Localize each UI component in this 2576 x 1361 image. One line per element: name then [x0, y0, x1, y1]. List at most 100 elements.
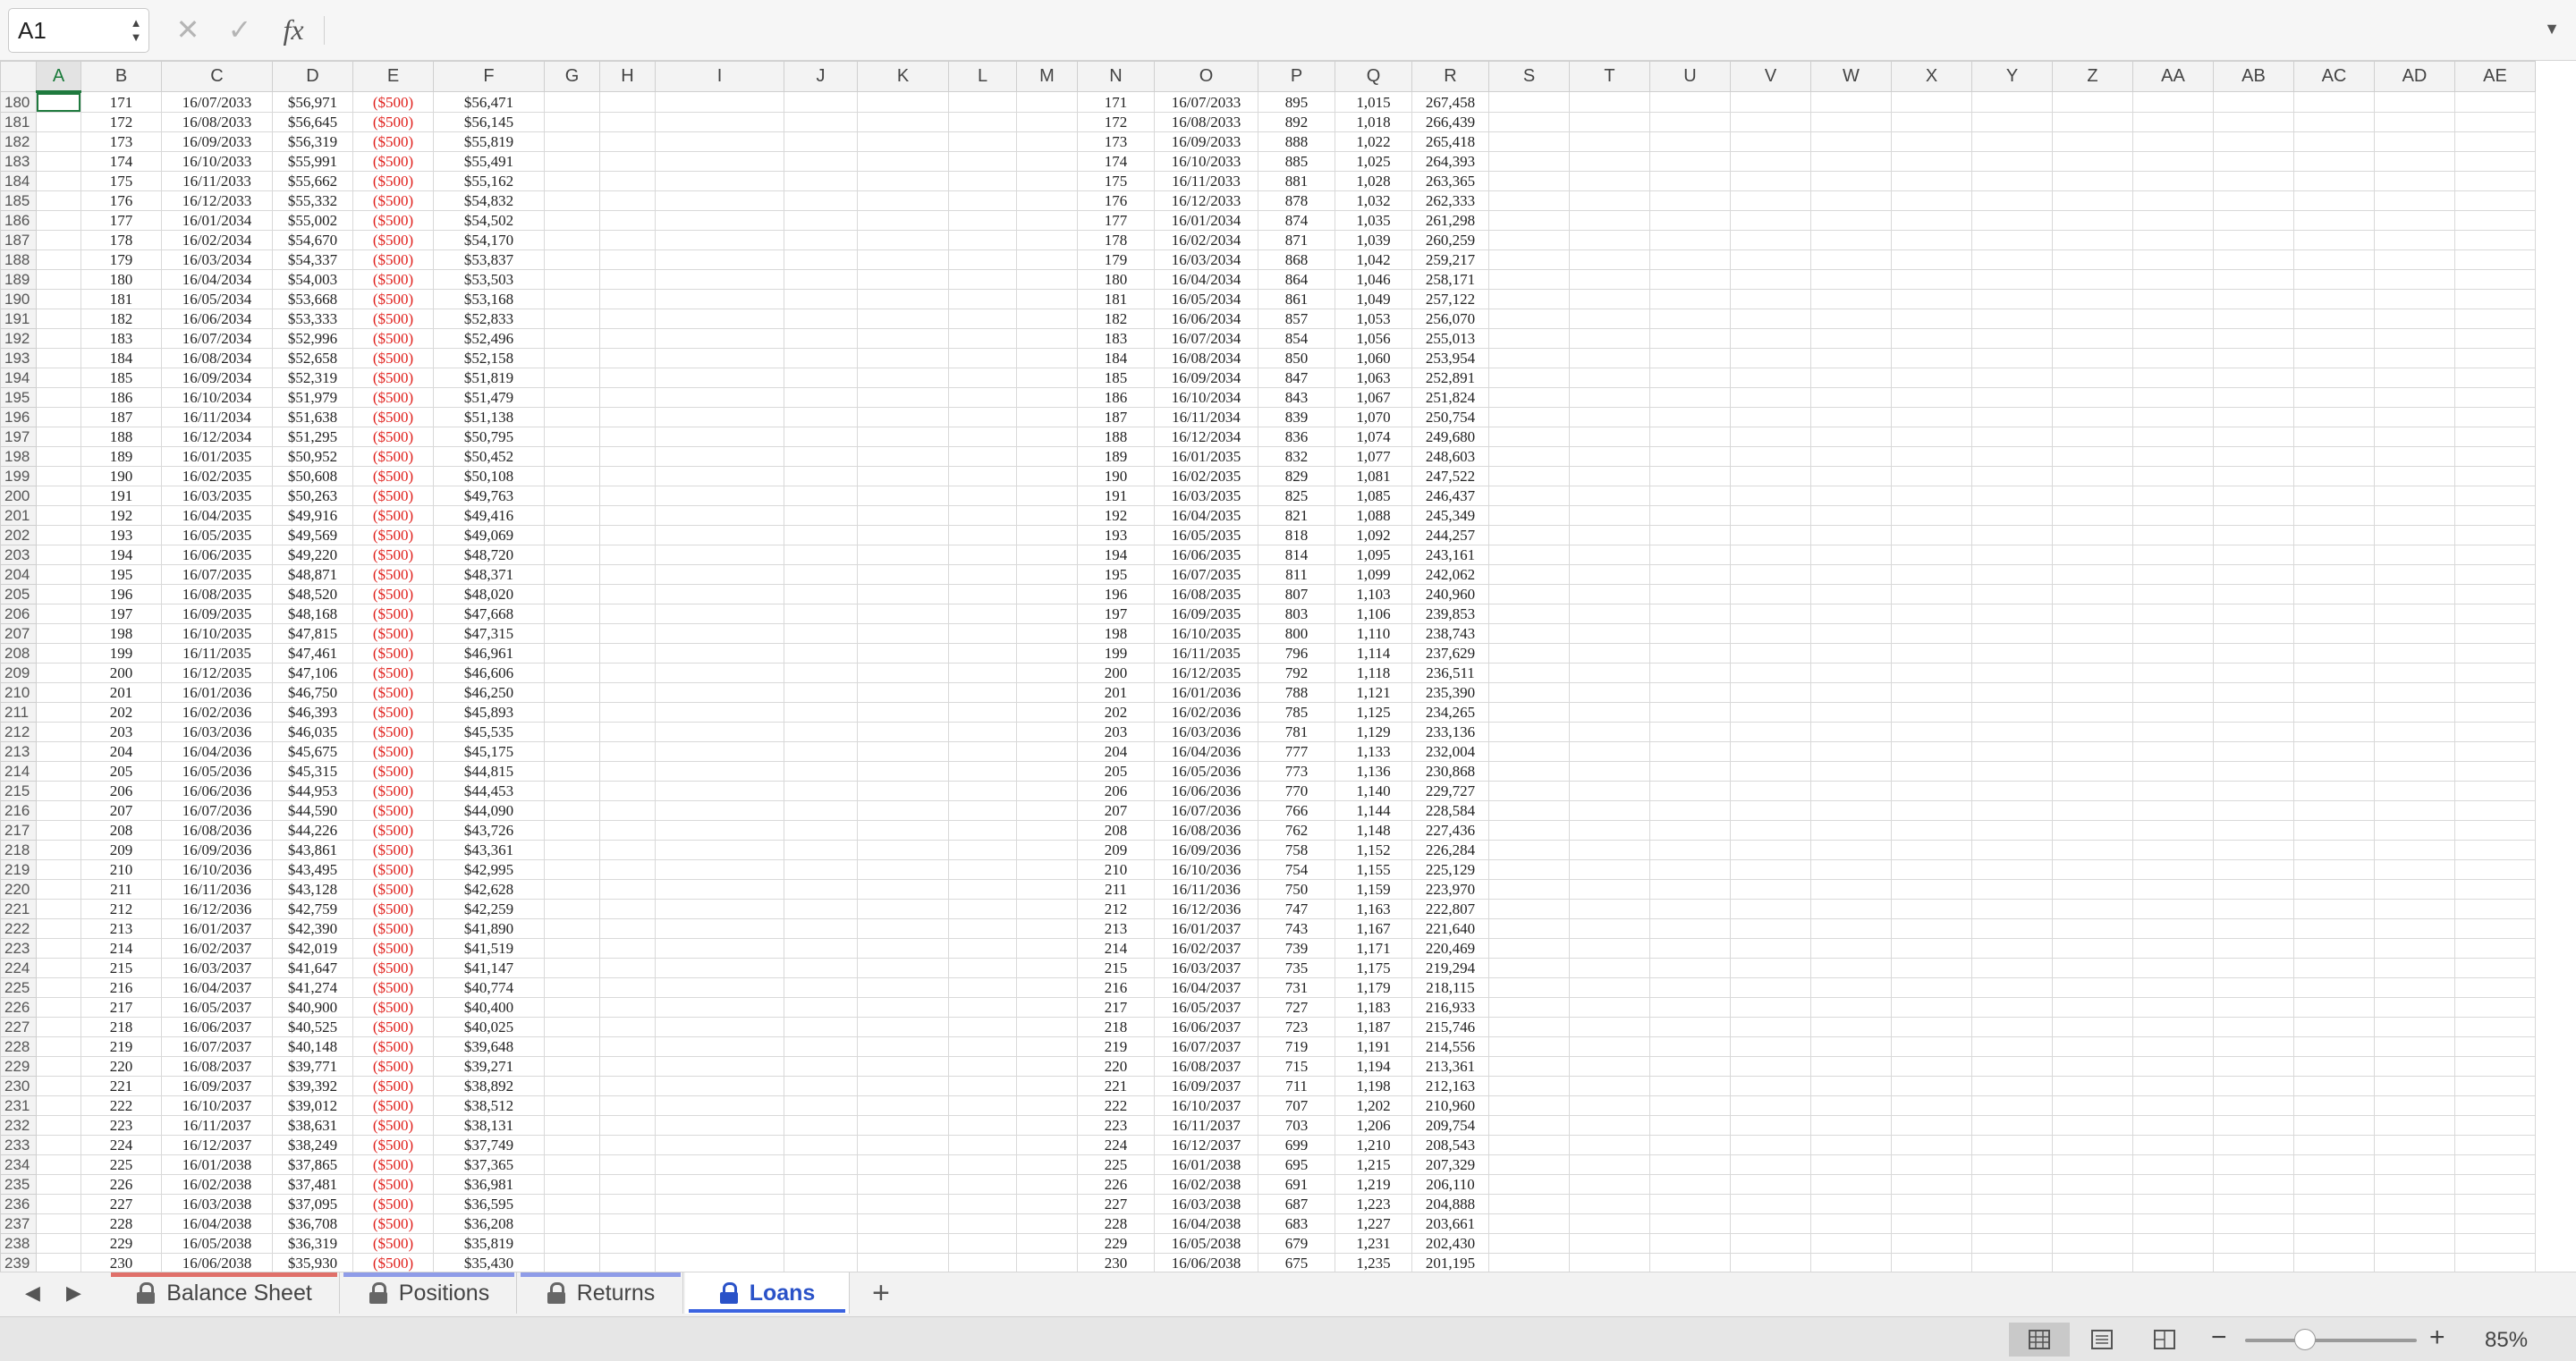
cell[interactable]	[2374, 879, 2455, 900]
cell[interactable]	[1649, 938, 1731, 959]
cell[interactable]	[2052, 702, 2133, 723]
cell[interactable]: 203,661	[1411, 1213, 1489, 1234]
cell[interactable]	[2454, 348, 2536, 368]
cell[interactable]	[1649, 1253, 1731, 1272]
cell[interactable]	[36, 722, 81, 742]
cell[interactable]	[36, 427, 81, 447]
cell[interactable]	[2052, 249, 2133, 270]
cell[interactable]	[1016, 190, 1078, 211]
cell[interactable]: 174	[1077, 151, 1155, 172]
cell[interactable]	[784, 663, 858, 683]
cell[interactable]	[1810, 938, 1892, 959]
cell[interactable]	[36, 840, 81, 860]
cell[interactable]	[2454, 171, 2536, 191]
cell[interactable]: 197	[1077, 604, 1155, 624]
cell[interactable]	[2213, 151, 2294, 172]
cell[interactable]: 888	[1258, 131, 1335, 152]
cell[interactable]	[1891, 623, 1972, 644]
cell[interactable]	[1730, 1056, 1811, 1077]
cell[interactable]	[2132, 210, 2214, 231]
cell[interactable]	[2374, 407, 2455, 427]
cell[interactable]	[1730, 643, 1811, 664]
row-header[interactable]: 184	[0, 171, 37, 191]
cell[interactable]	[2052, 1036, 2133, 1057]
cell[interactable]	[857, 112, 949, 132]
cell[interactable]	[1971, 682, 2053, 703]
cell[interactable]	[2293, 761, 2375, 782]
cell[interactable]	[784, 761, 858, 782]
cell[interactable]	[1649, 1174, 1731, 1195]
cell[interactable]	[2374, 938, 2455, 959]
cell[interactable]	[2132, 289, 2214, 309]
cell[interactable]	[784, 1036, 858, 1057]
cell[interactable]	[948, 722, 1017, 742]
zoom-in-button[interactable]: +	[2429, 1323, 2445, 1353]
cell[interactable]	[2454, 151, 2536, 172]
cell[interactable]: ($500)	[352, 899, 434, 919]
cell[interactable]: 16/07/2037	[1154, 1036, 1258, 1057]
cell[interactable]	[2132, 387, 2214, 408]
cell[interactable]: 762	[1258, 820, 1335, 841]
cell[interactable]	[2213, 1135, 2294, 1155]
column-header-b[interactable]: B	[80, 61, 162, 92]
row-header[interactable]: 218	[0, 840, 37, 860]
cell[interactable]	[2374, 564, 2455, 585]
cell[interactable]	[2052, 840, 2133, 860]
cell[interactable]: $38,131	[433, 1115, 545, 1136]
cell[interactable]	[655, 958, 784, 978]
cell[interactable]: $50,263	[272, 486, 353, 506]
cell[interactable]: $36,319	[272, 1233, 353, 1254]
cell[interactable]	[1569, 1036, 1650, 1057]
cell[interactable]: 198	[80, 623, 162, 644]
cell[interactable]: 16/11/2037	[1154, 1115, 1258, 1136]
cell[interactable]	[2132, 623, 2214, 644]
cell[interactable]	[2132, 781, 2214, 801]
cell[interactable]	[2293, 466, 2375, 486]
cell[interactable]	[857, 328, 949, 349]
cell[interactable]: ($500)	[352, 269, 434, 290]
cell[interactable]	[857, 466, 949, 486]
cell[interactable]	[2213, 190, 2294, 211]
cell[interactable]	[2052, 230, 2133, 250]
cell[interactable]	[1891, 800, 1972, 821]
cell[interactable]	[2132, 958, 2214, 978]
row-header[interactable]: 210	[0, 682, 37, 703]
cell[interactable]	[2132, 1253, 2214, 1272]
cell[interactable]: $53,333	[272, 309, 353, 329]
cell[interactable]	[2293, 249, 2375, 270]
cell[interactable]	[1971, 486, 2053, 506]
cell[interactable]	[784, 545, 858, 565]
cell[interactable]: 221	[80, 1076, 162, 1096]
cell[interactable]	[1810, 230, 1892, 250]
cell[interactable]	[2374, 1095, 2455, 1116]
cell[interactable]	[36, 112, 81, 132]
cell[interactable]	[2213, 309, 2294, 329]
cell[interactable]	[2052, 879, 2133, 900]
cell[interactable]	[2052, 997, 2133, 1018]
cell[interactable]: 16/11/2036	[161, 879, 273, 900]
cell[interactable]	[1810, 564, 1892, 585]
cell[interactable]	[1569, 131, 1650, 152]
cell[interactable]	[2454, 368, 2536, 388]
cell[interactable]: 1,081	[1335, 466, 1412, 486]
cell[interactable]	[2454, 1095, 2536, 1116]
cell[interactable]	[1016, 1135, 1078, 1155]
cell[interactable]: 16/11/2034	[161, 407, 273, 427]
cell[interactable]: $43,495	[272, 859, 353, 880]
cell[interactable]: 16/02/2035	[161, 466, 273, 486]
row-header[interactable]: 188	[0, 249, 37, 270]
row-header[interactable]: 221	[0, 899, 37, 919]
row-header[interactable]: 222	[0, 918, 37, 939]
cell[interactable]: 16/10/2036	[1154, 859, 1258, 880]
cell[interactable]: 202	[80, 702, 162, 723]
cell[interactable]: 183	[80, 328, 162, 349]
cell[interactable]	[1971, 112, 2053, 132]
cell[interactable]: $38,892	[433, 1076, 545, 1096]
cell[interactable]	[784, 977, 858, 998]
cell[interactable]	[2132, 505, 2214, 526]
cell[interactable]	[1488, 269, 1570, 290]
cell[interactable]	[2132, 879, 2214, 900]
cell[interactable]	[2454, 682, 2536, 703]
cell[interactable]	[784, 840, 858, 860]
cell[interactable]: 217	[1077, 997, 1155, 1018]
